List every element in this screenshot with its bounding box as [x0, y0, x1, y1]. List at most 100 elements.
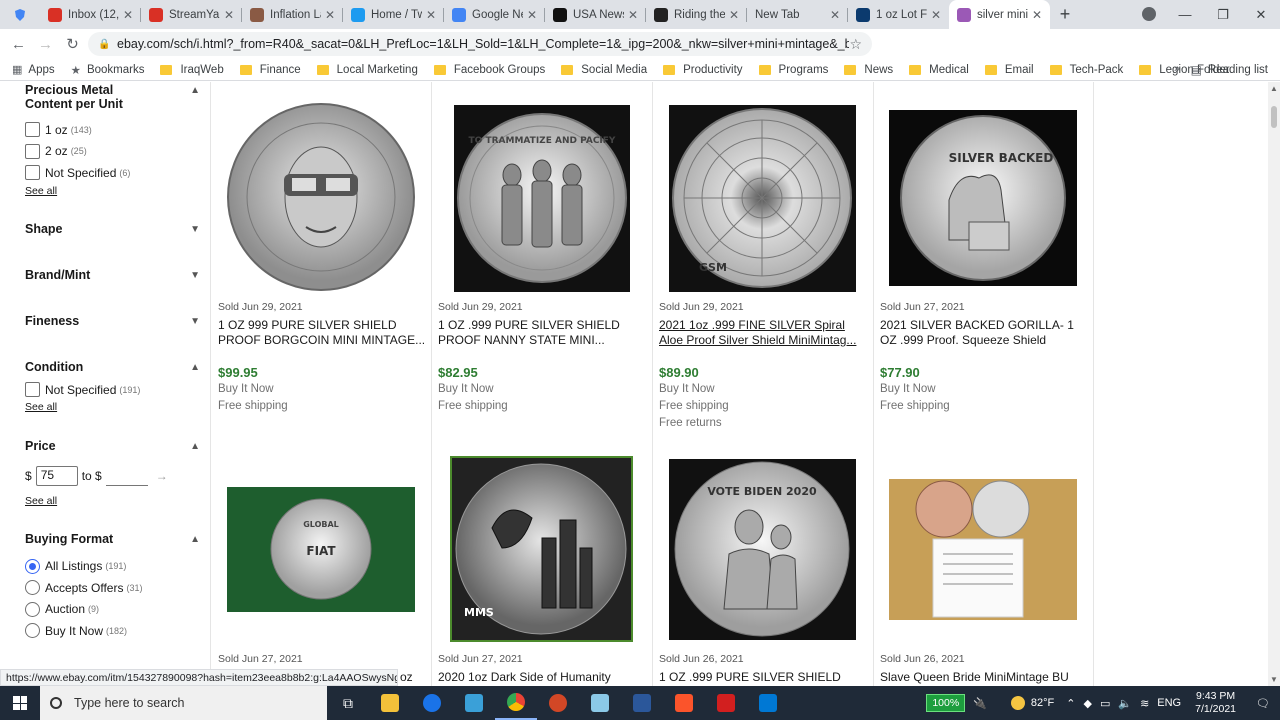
- filter-option-all-listings[interactable]: All Listings (191): [25, 555, 200, 577]
- listing-title[interactable]: oz: [400, 670, 430, 685]
- see-all-link[interactable]: See all: [25, 185, 200, 197]
- bookmark-folder-facebook-groups[interactable]: Facebook Groups: [426, 64, 553, 76]
- new-tab-button[interactable]: +: [1050, 0, 1080, 29]
- start-button[interactable]: [0, 686, 40, 720]
- temperature[interactable]: 82°F: [1031, 697, 1054, 709]
- file-explorer-icon[interactable]: [369, 686, 411, 720]
- checkbox[interactable]: [25, 122, 40, 138]
- notepad-icon[interactable]: [579, 686, 621, 720]
- close-window-icon[interactable]: ✕: [1242, 0, 1280, 29]
- listing-image[interactable]: SILVER BACKED: [889, 110, 1077, 286]
- chevron-up-icon[interactable]: ⌃: [1066, 697, 1075, 710]
- radio[interactable]: [25, 601, 40, 617]
- listing-image[interactable]: GLOBAL FIAT: [227, 487, 415, 612]
- listing-image[interactable]: MMS: [450, 456, 633, 642]
- taskbar-search-box[interactable]: Type here to search: [40, 686, 327, 720]
- bookmark-folder-productivity[interactable]: Productivity: [655, 64, 750, 76]
- close-tab-icon[interactable]: ✕: [325, 8, 335, 22]
- facet-condition-header[interactable]: Condition ▲: [25, 360, 200, 374]
- battery-indicator[interactable]: 100%: [926, 694, 966, 712]
- browser-tab[interactable]: Inbox (12,0 ✕: [40, 0, 141, 29]
- browser-tab[interactable]: silver mini ✕: [949, 0, 1050, 29]
- browser-tab[interactable]: 1 oz Lot Fr ✕: [848, 0, 949, 29]
- outlook-icon[interactable]: [747, 686, 789, 720]
- filter-option-accepts-offers[interactable]: Accepts Offers (31): [25, 577, 200, 599]
- listing-title[interactable]: Slave Queen Bride MiniMintage BU: [880, 670, 1088, 685]
- radio-selected[interactable]: [25, 558, 40, 574]
- facet-shape-header[interactable]: Shape ▼: [25, 222, 200, 236]
- browser-tab[interactable]: Riding the ✕: [646, 0, 747, 29]
- tab-search-shield-icon[interactable]: [0, 0, 40, 29]
- listing-image[interactable]: GSM: [669, 105, 856, 292]
- listing-image[interactable]: [226, 102, 416, 292]
- listing-title[interactable]: 2021 1oz .999 FINE SILVER Spiral Aloe Pr…: [659, 318, 867, 348]
- powerpoint-icon[interactable]: [537, 686, 579, 720]
- bookmark-folder-medical[interactable]: Medical: [901, 64, 977, 76]
- reload-icon[interactable]: ↻: [59, 29, 86, 59]
- bookmark-folder-social-media[interactable]: Social Media: [553, 64, 655, 76]
- submit-arrow-icon[interactable]: →: [156, 469, 168, 483]
- browser-tab[interactable]: StreamYard ✕: [141, 0, 242, 29]
- filter-option-1oz[interactable]: 1 oz (143): [25, 119, 200, 141]
- bookmark-folder-programs[interactable]: Programs: [751, 64, 837, 76]
- facet-precious-metal-header[interactable]: Precious Metal Content per Unit ▲: [25, 83, 200, 111]
- bookmark-bookmarks[interactable]: ★ Bookmarks: [63, 63, 153, 77]
- listing-image[interactable]: [889, 479, 1077, 620]
- forward-arrow-icon[interactable]: →: [32, 29, 59, 59]
- bookmark-folder-news[interactable]: News: [836, 64, 901, 76]
- price-min-input[interactable]: 75: [35, 466, 78, 487]
- bookmarks-overflow-icon[interactable]: »: [1174, 63, 1180, 75]
- streamyard-icon[interactable]: [453, 686, 495, 720]
- address-bar[interactable]: 🔒 ebay.com/sch/i.html?_from=R40&_sacat=0…: [88, 32, 872, 56]
- task-view-icon[interactable]: ⧉: [327, 686, 369, 720]
- facet-fineness-header[interactable]: Fineness ▼: [25, 314, 200, 328]
- filter-option-buy-it-now[interactable]: Buy It Now (182): [25, 620, 200, 642]
- checkbox[interactable]: [25, 382, 40, 398]
- browser-tab[interactable]: Home / Tw ✕: [343, 0, 444, 29]
- speaker-icon[interactable]: 🔈: [1118, 697, 1132, 710]
- app-info-icon[interactable]: [411, 686, 453, 720]
- checkbox[interactable]: [25, 143, 40, 159]
- price-max-input[interactable]: [105, 466, 148, 487]
- browser-tab[interactable]: New Tab ✕: [747, 0, 848, 29]
- close-tab-icon[interactable]: ✕: [729, 8, 739, 22]
- reading-list-button[interactable]: ▤ Reading list: [1191, 63, 1268, 77]
- filter-option-auction[interactable]: Auction (9): [25, 599, 200, 621]
- minimize-icon[interactable]: —: [1166, 0, 1204, 29]
- weather-icon[interactable]: [1010, 696, 1025, 710]
- close-tab-icon[interactable]: ✕: [224, 8, 234, 22]
- word-icon[interactable]: [621, 686, 663, 720]
- wifi-icon[interactable]: ≋: [1140, 697, 1149, 710]
- see-all-link[interactable]: See all: [25, 495, 200, 507]
- bookmark-folder-email[interactable]: Email: [977, 64, 1042, 76]
- bookmark-folder-iraqweb[interactable]: IraqWeb: [152, 64, 231, 76]
- listing-title[interactable]: 1 OZ .999 PURE SILVER SHIELD: [659, 670, 867, 685]
- checkbox[interactable]: [25, 165, 40, 181]
- close-tab-icon[interactable]: ✕: [1032, 8, 1042, 22]
- chrome-icon[interactable]: [495, 686, 537, 720]
- listing-title[interactable]: 2021 SILVER BACKED GORILLA- 1 OZ .999 Pr…: [880, 318, 1088, 348]
- page-scrollbar[interactable]: ▲ ▼: [1268, 82, 1280, 686]
- scroll-down-icon[interactable]: ▼: [1270, 675, 1278, 684]
- bookmark-apps[interactable]: ▦ Apps: [0, 63, 63, 77]
- bookmark-folder-local-marketing[interactable]: Local Marketing: [309, 64, 426, 76]
- filter-option-not-specified[interactable]: Not Specified (6): [25, 162, 200, 184]
- facet-price-header[interactable]: Price ▲: [25, 439, 200, 453]
- notifications-icon[interactable]: 🗨: [1246, 697, 1280, 710]
- acrobat-icon[interactable]: [705, 686, 747, 720]
- restore-icon[interactable]: ❐: [1204, 0, 1242, 29]
- radio[interactable]: [25, 580, 40, 596]
- facet-buying-format-header[interactable]: Buying Format ▲: [25, 532, 200, 546]
- close-tab-icon[interactable]: ✕: [426, 8, 436, 22]
- scrollbar-thumb[interactable]: [1271, 106, 1277, 128]
- scroll-up-icon[interactable]: ▲: [1270, 84, 1278, 93]
- close-tab-icon[interactable]: ✕: [830, 8, 840, 22]
- close-tab-icon[interactable]: ✕: [123, 8, 133, 22]
- see-all-link[interactable]: See all: [25, 401, 200, 413]
- network-icon[interactable]: ▭: [1100, 697, 1110, 710]
- brave-icon[interactable]: [663, 686, 705, 720]
- filter-option-2oz[interactable]: 2 oz (25): [25, 141, 200, 163]
- clock[interactable]: 9:43 PM 7/1/2021: [1195, 690, 1236, 716]
- listing-title[interactable]: 1 OZ 999 PURE SILVER SHIELD PROOF BORGCO…: [218, 318, 426, 348]
- bookmark-folder-finance[interactable]: Finance: [232, 64, 309, 76]
